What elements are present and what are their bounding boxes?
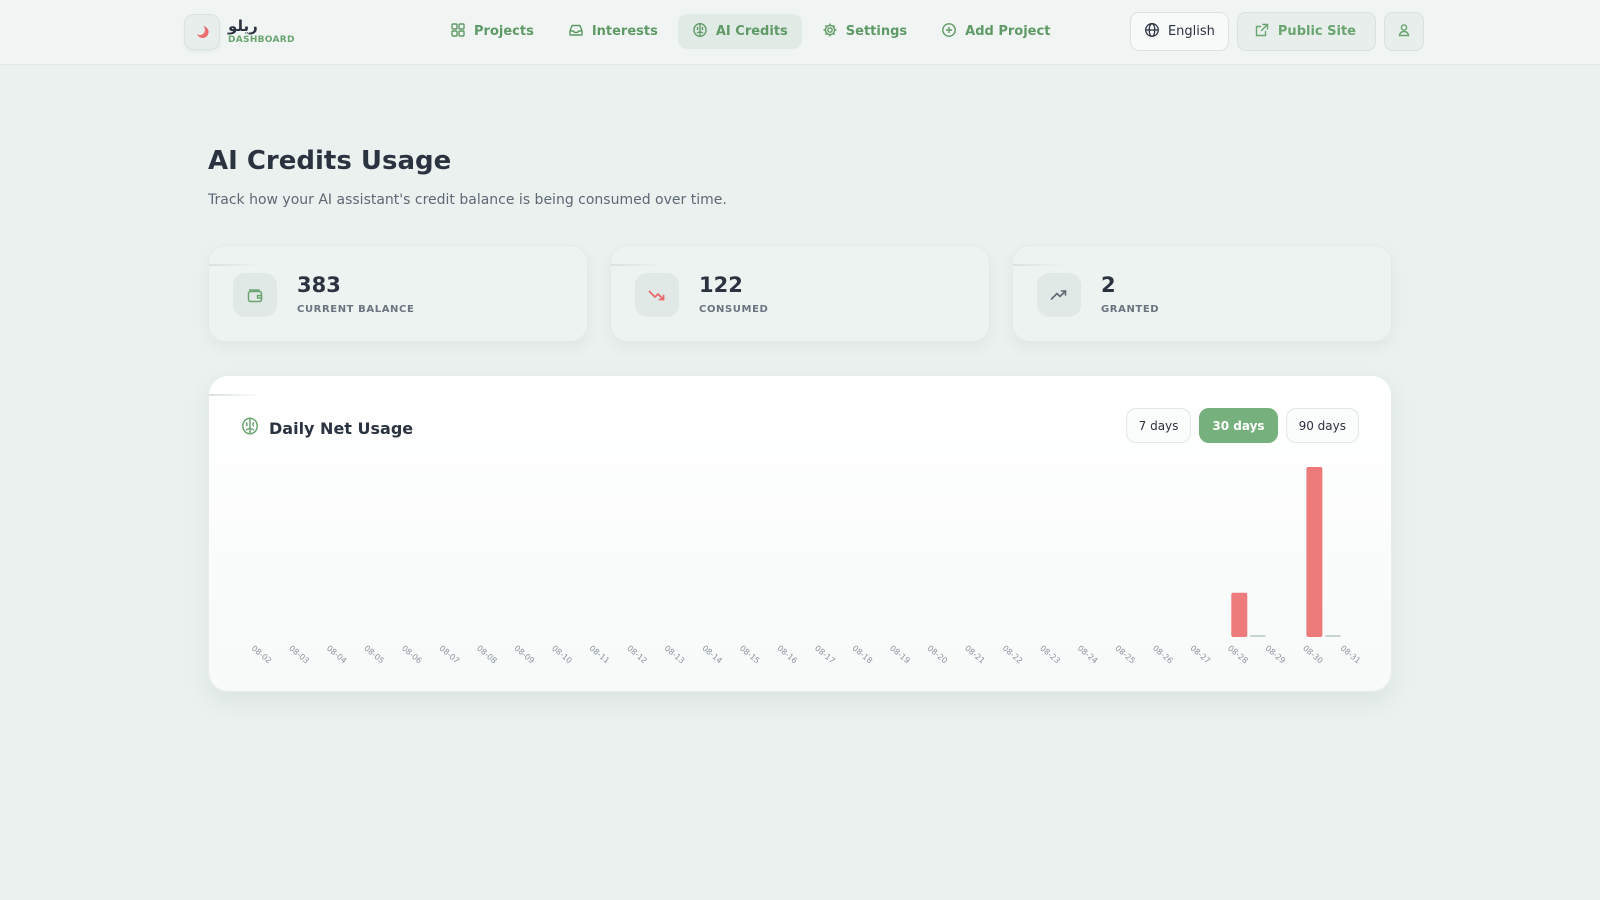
nav-label: AI Credits: [715, 24, 788, 39]
x-tick-label: 08-22: [1001, 644, 1025, 666]
stat-value: 383: [297, 273, 341, 297]
x-tick-label: 08-13: [663, 644, 687, 666]
usage-bar-chart: 08-02 08-03 08-04 08-05 08-06 08-07 08-08 08-09…: [250, 467, 1363, 666]
x-tick-label: 08-24: [1076, 644, 1100, 666]
nav-label: Interests: [591, 24, 658, 39]
nav-label: Settings: [845, 24, 908, 39]
x-tick-label: 08-25: [1113, 644, 1137, 666]
x-tick-label: 08-05: [362, 644, 386, 666]
x-tick-label: 08-26: [1151, 644, 1175, 666]
bar-granted-08-28[interactable]: [1250, 635, 1266, 637]
nav-settings[interactable]: Settings: [808, 14, 921, 49]
x-tick-label: 08-14: [700, 644, 724, 666]
x-tick-label: 08-17: [813, 644, 837, 666]
header-tools: English Public Site: [1129, 12, 1424, 51]
x-tick-label: 08-15: [738, 644, 762, 666]
brand-logo-icon: [184, 14, 220, 50]
stat-card-consumed: 122 CONSUMED: [610, 245, 990, 342]
brand-subtitle: DASHBOARD: [228, 35, 295, 46]
usage-chart-card: Daily Net Usage 7 days 30 days 90 days 0…: [208, 375, 1392, 692]
x-tick-label: 08-08: [475, 644, 499, 666]
x-tick-label: 08-07: [438, 644, 462, 666]
public-site-button[interactable]: Public Site: [1236, 12, 1376, 51]
stat-value: 2: [1101, 273, 1116, 297]
language-label: English: [1167, 24, 1215, 39]
user-icon: [1396, 22, 1412, 42]
x-tick-label: 08-12: [625, 644, 649, 666]
user-menu-button[interactable]: [1384, 12, 1424, 51]
page-title: AI Credits Usage: [208, 146, 452, 176]
x-tick-label: 08-28: [1226, 644, 1250, 666]
main-nav: Projects Interests AI Credits Settings A…: [436, 14, 1064, 49]
stat-value: 122: [699, 273, 743, 297]
x-tick-label: 08-21: [963, 644, 987, 666]
plus-circle-icon: [941, 22, 957, 42]
gear-icon: [822, 22, 838, 42]
stat-card-granted: 2 GRANTED: [1012, 245, 1392, 342]
brain-icon: [692, 22, 708, 42]
x-tick-label: 08-10: [550, 644, 574, 666]
globe-icon: [1144, 22, 1160, 42]
x-tick-label: 08-18: [851, 644, 875, 666]
nav-add-project[interactable]: Add Project: [927, 14, 1064, 49]
x-tick-label: 08-30: [1301, 644, 1325, 666]
x-tick-label: 08-03: [287, 644, 311, 666]
x-tick-label: 08-09: [513, 644, 537, 666]
brand[interactable]: ريلو DASHBOARD: [184, 14, 295, 50]
x-tick-label: 08-06: [400, 644, 424, 666]
nav-ai-credits[interactable]: AI Credits: [677, 14, 802, 49]
bar-consumed-08-28[interactable]: [1231, 592, 1248, 637]
trending-up-icon: [1037, 273, 1081, 317]
public-site-label: Public Site: [1277, 24, 1356, 39]
nav-label: Add Project: [965, 24, 1051, 39]
external-link-icon: [1254, 22, 1270, 42]
bar-granted-08-30[interactable]: [1325, 635, 1341, 637]
stat-label: GRANTED: [1101, 304, 1160, 315]
brand-name: ريلو: [228, 16, 258, 35]
x-tick-label: 08-16: [775, 644, 799, 666]
grid-icon: [450, 22, 466, 42]
nav-interests[interactable]: Interests: [554, 14, 672, 49]
x-tick-label: 08-27: [1188, 644, 1212, 666]
x-tick-label: 08-20: [926, 644, 950, 666]
top-bar: ريلو DASHBOARD Projects Interests AI Cre…: [0, 0, 1600, 65]
x-tick-label: 08-11: [588, 644, 612, 666]
bar-consumed-08-30[interactable]: [1306, 467, 1323, 637]
inbox-icon: [568, 22, 584, 42]
x-tick-label: 08-02: [250, 644, 274, 666]
page-description: Track how your AI assistant's credit bal…: [208, 192, 727, 208]
stat-card-balance: 383 CURRENT BALANCE: [208, 245, 588, 342]
x-tick-label: 08-31: [1339, 644, 1363, 666]
nav-projects[interactable]: Projects: [436, 14, 548, 49]
stat-label: CONSUMED: [699, 304, 769, 315]
nav-label: Projects: [474, 24, 534, 39]
stat-label: CURRENT BALANCE: [297, 304, 415, 315]
x-tick-label: 08-29: [1264, 644, 1288, 666]
x-tick-label: 08-23: [1038, 644, 1062, 666]
x-tick-label: 08-04: [325, 644, 349, 666]
x-tick-label: 08-19: [888, 644, 912, 666]
language-button[interactable]: English: [1129, 12, 1229, 51]
trending-down-icon: [635, 273, 679, 317]
wallet-icon: [233, 273, 277, 317]
